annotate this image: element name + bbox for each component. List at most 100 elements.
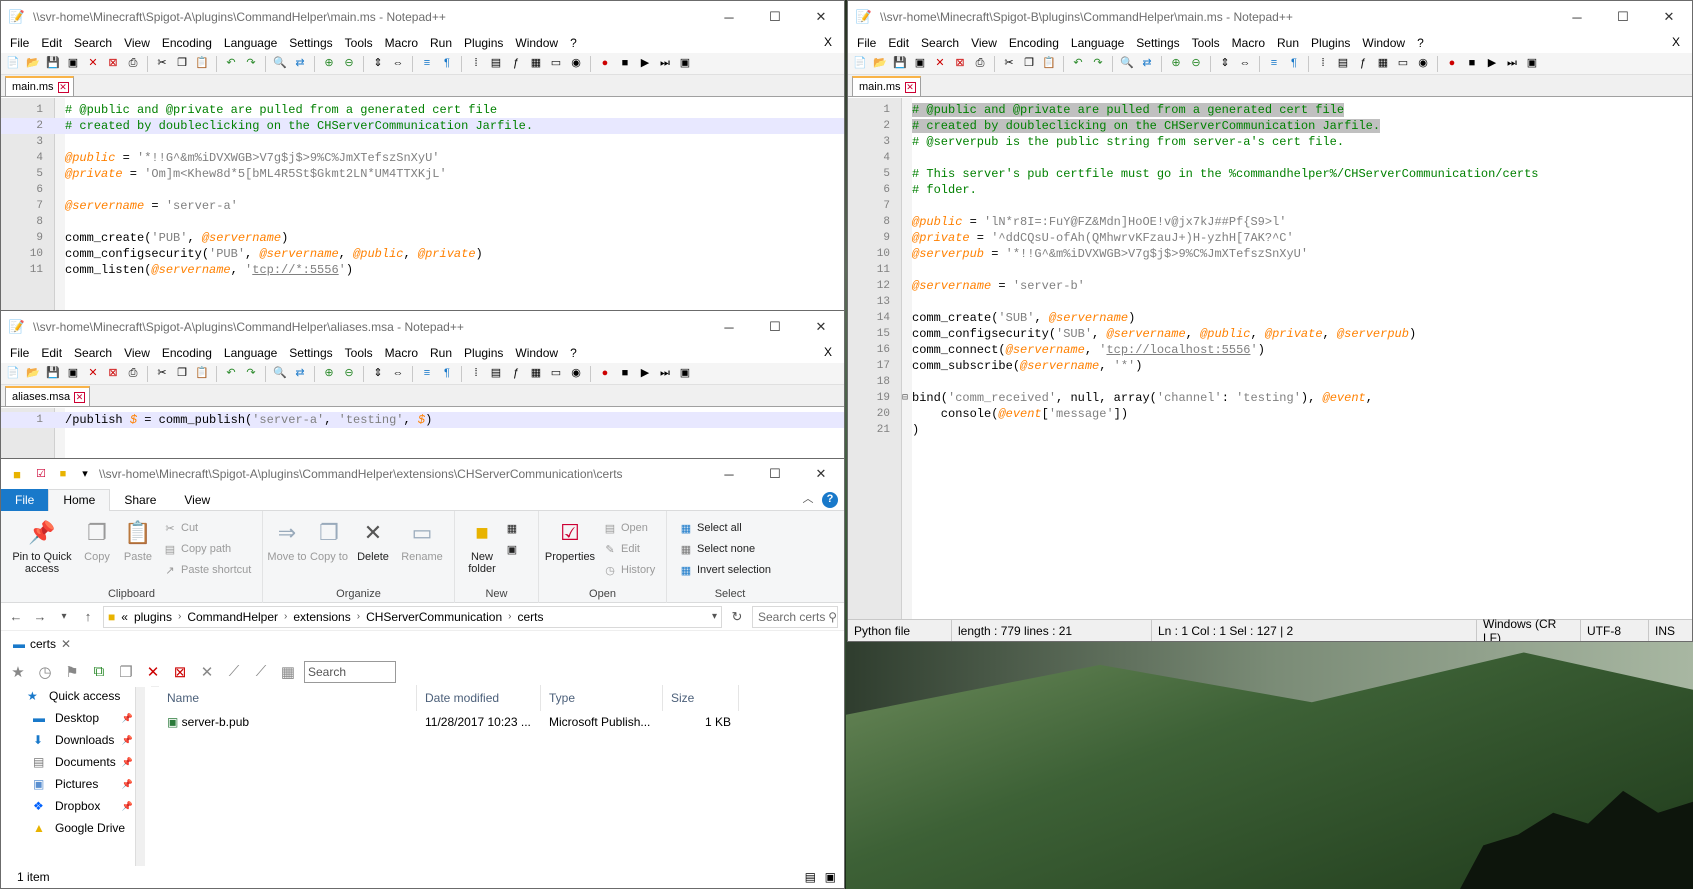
save-macro-icon[interactable]: ▣	[677, 366, 693, 382]
menu-item-macro[interactable]: Macro	[1226, 36, 1271, 50]
copy-icon[interactable]: ❐	[1021, 56, 1037, 72]
play-macro-icon[interactable]: ▶	[637, 366, 653, 382]
sync-vertical-icon[interactable]: ⇕	[370, 56, 386, 72]
breadcrumb-item[interactable]: CHServerCommunication	[366, 610, 502, 624]
maximize-icon[interactable]: ☐	[752, 1, 798, 33]
menu-item-view[interactable]: View	[965, 36, 1003, 50]
title-bar[interactable]: 📝 \\svr-home\Minecraft\Spigot-B\plugins\…	[848, 1, 1692, 33]
easy-access-button[interactable]: ▣	[505, 540, 519, 558]
ribbon-tab-file[interactable]: File	[1, 488, 49, 511]
fold-toggle-icon[interactable]: ⊟	[902, 392, 908, 404]
zoom-out-icon[interactable]: ⊖	[341, 366, 357, 382]
menu-item-plugins[interactable]: Plugins	[458, 346, 509, 360]
menu-item-plugins[interactable]: Plugins	[458, 36, 509, 50]
move-to-button[interactable]: ⇒ Move to	[267, 517, 307, 564]
up-arrow-icon[interactable]: ↑	[79, 609, 97, 624]
play-macro-icon[interactable]: ▶	[637, 56, 653, 72]
doc-map-icon[interactable]: ▤	[1335, 56, 1351, 72]
replace-icon[interactable]: ⇄	[1139, 56, 1155, 72]
redo-icon[interactable]: ↷	[243, 56, 259, 72]
copy-to-folder-icon[interactable]: ⧉	[88, 661, 110, 683]
tab-main-ms[interactable]: main.ms ✕	[5, 76, 74, 96]
file-row[interactable]: ▣ server-b.pub 11/28/2017 10:23 ... Micros…	[159, 711, 844, 733]
close-document-icon[interactable]: X	[1666, 35, 1686, 49]
folder-workspace-icon[interactable]: ▦	[528, 366, 544, 382]
group-icon[interactable]: ⚑	[61, 661, 83, 683]
monitor-icon[interactable]: ▭	[548, 366, 564, 382]
minimize-icon[interactable]: ─	[706, 1, 752, 33]
favorites-icon[interactable]: ★	[7, 661, 29, 683]
menu-item-window[interactable]: Window	[509, 36, 564, 50]
menu-item-edit[interactable]: Edit	[882, 36, 915, 50]
properties-button[interactable]: ☑ Properties	[541, 517, 599, 564]
indent-guide-icon[interactable]: ⁞	[468, 366, 484, 382]
doc-map-icon[interactable]: ▤	[488, 366, 504, 382]
nav-item-downloads[interactable]: ⬇ Downloads 📌	[1, 729, 151, 751]
tab-main-ms[interactable]: main.ms ✕	[852, 76, 921, 96]
monitor-icon[interactable]: ▭	[1395, 56, 1411, 72]
find-icon[interactable]: 🔍	[272, 366, 288, 382]
show-all-chars-icon[interactable]: ¶	[439, 56, 455, 72]
word-wrap-icon[interactable]: ≡	[419, 56, 435, 72]
show-all-chars-icon[interactable]: ¶	[1286, 56, 1302, 72]
replace-icon[interactable]: ⇄	[292, 366, 308, 382]
breadcrumb-item[interactable]: certs	[517, 610, 543, 624]
sync-horizontal-icon[interactable]: ⇔	[390, 366, 406, 382]
menu-item-search[interactable]: Search	[68, 36, 118, 50]
close-icon[interactable]: ✕	[798, 459, 844, 490]
new-item-button[interactable]: ▦	[505, 519, 519, 537]
tool-a-icon[interactable]: ⟋	[223, 661, 245, 683]
close-file-icon[interactable]: ✕	[85, 366, 101, 382]
tool-b-icon[interactable]: ⟋	[250, 661, 272, 683]
preview-icon[interactable]: ◉	[568, 56, 584, 72]
tab-aliases-msa[interactable]: aliases.msa ✕	[5, 386, 91, 406]
copy-icon[interactable]: ❐	[174, 366, 190, 382]
copy-button[interactable]: ❐ Copy	[79, 517, 115, 564]
title-bar[interactable]: 📝 \\svr-home\Minecraft\Spigot-A\plugins\…	[1, 1, 844, 33]
run-multiple-icon[interactable]: ⏭	[657, 366, 673, 382]
menu-item-window[interactable]: Window	[509, 346, 564, 360]
qt-search-input[interactable]: Search	[304, 660, 396, 683]
menu-item-encoding[interactable]: Encoding	[156, 346, 218, 360]
breadcrumb-item[interactable]: extensions	[293, 610, 350, 624]
save-macro-icon[interactable]: ▣	[1524, 56, 1540, 72]
close-icon[interactable]: ✕	[798, 311, 844, 343]
zoom-in-icon[interactable]: ⊕	[321, 56, 337, 72]
help-icon[interactable]: ?	[822, 491, 838, 508]
sync-horizontal-icon[interactable]: ⇔	[1237, 56, 1253, 72]
menu-item-run[interactable]: Run	[1271, 36, 1305, 50]
menu-item-tools[interactable]: Tools	[339, 346, 379, 360]
save-icon[interactable]: 💾	[45, 56, 61, 72]
stop-record-icon[interactable]: ■	[617, 366, 633, 382]
undo-icon[interactable]: ↶	[223, 366, 239, 382]
recent-icon[interactable]: ◷	[34, 661, 56, 683]
new-file-icon[interactable]: 📄	[852, 56, 868, 72]
function-list-icon[interactable]: ƒ	[1355, 56, 1371, 72]
close-tab-icon[interactable]: ✕	[904, 81, 916, 93]
menu-item-view[interactable]: View	[118, 36, 156, 50]
menu-item-settings[interactable]: Settings	[283, 346, 338, 360]
close-icon[interactable]: ✕	[1646, 1, 1692, 33]
menu-item-settings[interactable]: Settings	[1130, 36, 1185, 50]
stop-record-icon[interactable]: ■	[1464, 56, 1480, 72]
save-icon[interactable]: 💾	[892, 56, 908, 72]
new-file-icon[interactable]: 📄	[5, 366, 21, 382]
open-button[interactable]: ▤ Open	[603, 519, 648, 537]
ribbon-tab-home[interactable]: Home	[48, 488, 111, 512]
menu-item-plugins[interactable]: Plugins	[1305, 36, 1356, 50]
monitor-icon[interactable]: ▭	[548, 56, 564, 72]
close-document-icon[interactable]: X	[818, 35, 838, 49]
recent-locations-icon[interactable]: ▾	[55, 611, 73, 622]
nav-item-desktop[interactable]: ▬ Desktop 📌	[1, 707, 151, 729]
indent-guide-icon[interactable]: ⁞	[468, 56, 484, 72]
breadcrumb-item[interactable]: plugins	[134, 610, 172, 624]
menu-item-settings[interactable]: Settings	[283, 36, 338, 50]
undo-icon[interactable]: ↶	[223, 56, 239, 72]
window-icon[interactable]: ❐	[115, 661, 137, 683]
menu-item-encoding[interactable]: Encoding	[1003, 36, 1065, 50]
nav-item-documents[interactable]: ▤ Documents 📌	[1, 751, 151, 773]
show-all-chars-icon[interactable]: ¶	[439, 366, 455, 382]
close-tab-icon[interactable]: ✕	[61, 637, 71, 651]
close-file-icon[interactable]: ✕	[85, 56, 101, 72]
menu-item-window[interactable]: Window	[1356, 36, 1411, 50]
